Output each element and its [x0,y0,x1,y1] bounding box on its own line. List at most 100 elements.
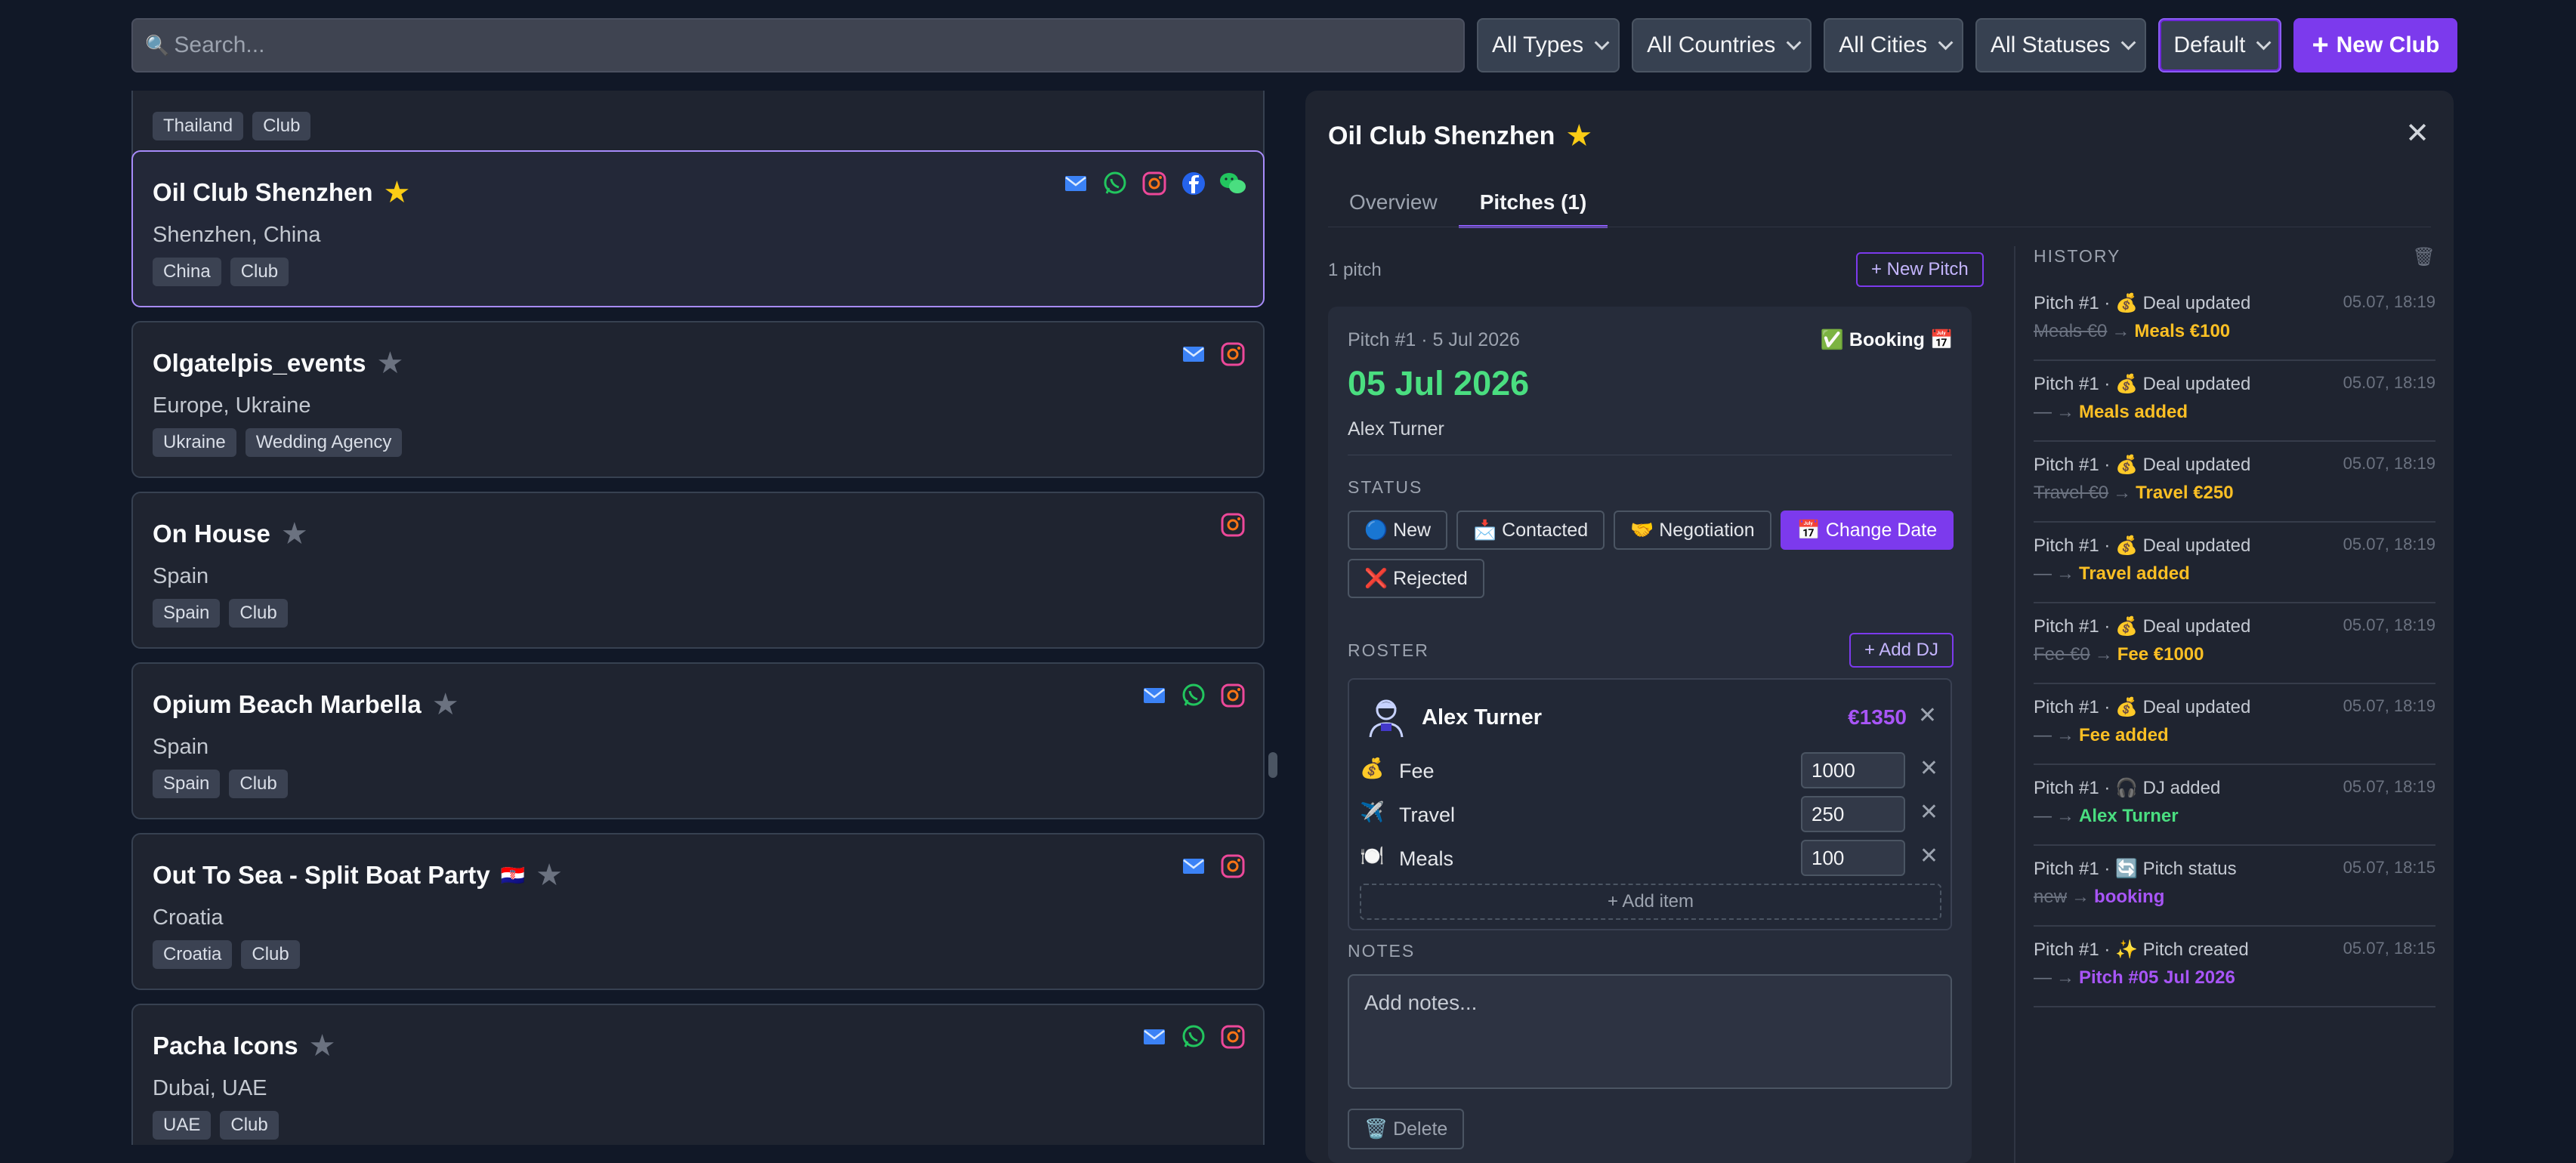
filter-status-label: All Statuses [1990,32,2111,57]
detail-tabs: Overview Pitches (1) [1328,183,1608,228]
history-entry: Pitch #1 · 💰 Deal updated 05.07, 18:19 Tra… [2034,442,2435,523]
history-change: — → Fee added [2034,725,2169,746]
contact-icons [1141,682,1246,709]
club-title: Olgatelpis_events ★ [153,348,403,378]
email-icon[interactable] [1180,853,1207,880]
club-card-selected[interactable]: Oil Club Shenzhen ★ Shenzhen, China China… [131,150,1265,307]
instagram-icon[interactable] [1141,170,1168,197]
pitch-meta: Pitch #1 · 5 Jul 2026 [1348,329,1520,350]
history-divider [2014,246,2015,1163]
star-icon[interactable]: ★ [309,1031,336,1061]
instagram-icon[interactable] [1219,341,1246,368]
club-card[interactable]: On House ★ Spain Spain Club [131,492,1265,649]
club-card[interactable]: Out To Sea - Split Boat Party 🇭🇷 ★ Croatia… [131,833,1265,990]
history-old-value: — [2034,806,2052,826]
instagram-icon[interactable] [1219,1023,1246,1050]
tag-list: Spain Club [153,770,288,798]
club-card[interactable]: Opium Beach Marbella ★ Spain Spain Club [131,662,1265,819]
wechat-icon[interactable] [1219,170,1246,197]
history-new-value: Meals added [2079,402,2188,422]
club-detail-panel: Oil Club Shenzhen ★ ✕ Overview Pitches (1… [1305,91,2454,1163]
filter-type[interactable]: All Types [1477,18,1620,72]
chevron-down-icon [2256,35,2272,51]
tag-list: Ukraine Wedding Agency [153,428,403,457]
star-icon[interactable]: ★ [1565,121,1592,151]
item-label: Travel [1399,804,1456,826]
history-entry: Pitch #1 · 💰 Deal updated 05.07, 18:19 Mea… [2034,280,2435,361]
roster-item-meals: 🍽️ Meals € ✕ [1360,837,1941,878]
plus-icon: + [2312,29,2329,61]
history-change: — → Alex Turner [2034,806,2179,827]
facebook-icon[interactable] [1180,170,1207,197]
club-card[interactable]: Olgatelpis_events ★ Europe, Ukraine Ukrai… [131,321,1265,478]
close-icon[interactable]: ✕ [2405,116,2429,150]
instagram-icon[interactable] [1219,853,1246,880]
remove-item-icon[interactable]: ✕ [1920,799,1938,825]
status-negotiation-button[interactable]: 🤝 Negotiation [1614,511,1771,550]
status-new-button[interactable]: 🔵 New [1348,511,1448,550]
status-change-date-button[interactable]: 📅 Change Date [1780,511,1954,550]
club-name: Out To Sea - Split Boat Party [153,861,490,889]
whatsapp-icon[interactable] [1101,170,1129,197]
history-new-value: Meals €100 [2134,321,2231,341]
remove-dj-icon[interactable]: ✕ [1918,702,1937,729]
search-input[interactable] [174,32,1463,58]
add-dj-button[interactable]: + Add DJ [1849,633,1954,668]
notes-input[interactable] [1348,974,1952,1089]
trash-icon[interactable]: 🗑 [2413,246,2435,268]
email-icon[interactable] [1180,341,1207,368]
tab-overview[interactable]: Overview [1328,183,1459,228]
star-icon[interactable]: ★ [536,860,563,890]
fee-input[interactable] [1801,752,1905,788]
star-icon[interactable]: ★ [432,689,459,720]
filter-city-label: All Cities [1839,32,1927,57]
meals-input[interactable] [1801,840,1905,876]
whatsapp-icon[interactable] [1180,682,1207,709]
filter-country[interactable]: All Countries [1632,18,1812,72]
history-new-value: Pitch #05 Jul 2026 [2079,967,2235,988]
history-old-value: — [2034,402,2052,422]
tab-pitches[interactable]: Pitches (1) [1458,183,1608,228]
status-rejected-button[interactable]: ❌ Rejected [1348,559,1484,598]
add-item-button[interactable]: + Add item [1360,884,1941,920]
sort-select[interactable]: Default [2158,18,2282,72]
new-club-button[interactable]: + New Club [2293,18,2458,72]
arrow-right-icon: → [2094,644,2113,665]
history-new-value: booking [2094,887,2165,907]
filter-city[interactable]: All Cities [1824,18,1963,72]
notes-label: NOTES [1348,941,1416,961]
club-card[interactable]: Pacha Icons ★ Dubai, UAE UAE Club [131,1004,1265,1145]
star-icon[interactable]: ★ [281,519,308,549]
star-icon[interactable]: ★ [384,177,411,208]
history-time: 05.07, 18:19 [2343,696,2435,715]
history-entry: Pitch #1 · 🎧 DJ added 05.07, 18:19 — → Alex … [2034,765,2435,846]
travel-input[interactable] [1801,796,1905,832]
list-scrollbar[interactable] [1268,752,1277,778]
dj-name: Alex Turner [1422,705,1543,730]
club-name: Oil Club Shenzhen [153,178,373,206]
instagram-icon[interactable] [1219,682,1246,709]
remove-item-icon[interactable]: ✕ [1920,843,1938,869]
history-old-value: Travel €0 [2034,483,2109,503]
history-time: 05.07, 18:15 [2343,939,2435,958]
instagram-icon[interactable] [1219,511,1246,538]
status-contacted-button[interactable]: 📩 Contacted [1456,511,1605,550]
history-event: Pitch #1 · 💰 Deal updated [2034,374,2251,394]
new-club-label: New Club [2336,32,2440,57]
remove-item-icon[interactable]: ✕ [1920,755,1938,782]
tag-list: Spain Club [153,599,288,628]
history-change: Travel €0 → Travel €250 [2034,483,2234,504]
delete-pitch-button[interactable]: 🗑️ Delete [1348,1109,1465,1149]
email-icon[interactable] [1141,1023,1168,1050]
club-location: Shenzhen, China [153,223,321,247]
star-icon[interactable]: ★ [376,348,403,378]
filter-status[interactable]: All Statuses [1975,18,2147,72]
roster-item-travel: ✈️ Travel € ✕ [1360,793,1941,834]
email-icon[interactable] [1141,682,1168,709]
search-box[interactable]: 🔍 [131,18,1465,72]
email-icon[interactable] [1062,170,1089,197]
new-pitch-button[interactable]: + New Pitch [1856,252,1984,287]
club-location: Croatia [153,905,224,930]
whatsapp-icon[interactable] [1180,1023,1207,1050]
club-location: Dubai, UAE [153,1076,267,1100]
